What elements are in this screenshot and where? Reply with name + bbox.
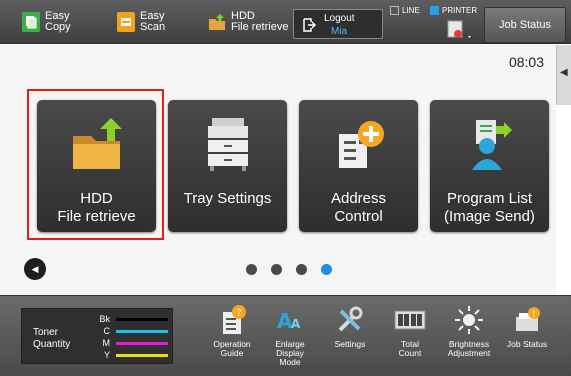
page-dot[interactable] [296,264,307,275]
toner-channel-label: C [103,326,111,336]
program-send-icon [430,114,549,174]
scan-icon [117,12,135,32]
printer-tray-icon [168,114,287,174]
brightness-icon [440,302,498,338]
page-dot[interactable] [271,264,282,275]
enlarge-display-icon: AA [261,302,319,338]
folder-upload-icon [208,12,226,32]
easy-copy-label: Easy Copy [45,10,71,33]
logout-icon [302,18,317,37]
tile-program-list-image-send[interactable]: Program List (Image Send) [430,100,549,232]
svg-text:A: A [291,317,301,331]
toner-level-bar [116,317,168,321]
settings-label: Settings [334,339,366,349]
hdd-file-retrieve-label: HDD File retrieve [231,10,289,33]
side-panel-arrow-icon: ◀︎ [560,67,568,78]
tile-label: Program List (Image Send) [444,190,535,225]
total-count-button[interactable]: Total Count [381,302,439,358]
printer-queue-icon[interactable] [447,19,473,46]
printer-label: PRINTER [442,6,478,15]
tile-tray-settings[interactable]: Tray Settings [168,100,287,232]
brightness-adjustment-button[interactable]: Brightness Adjustment [440,302,498,358]
top-bar: Easy Copy Easy Scan HDD File retrieve Lo… [0,0,571,44]
toner-label: Toner Quantity [33,327,71,350]
hdd-file-retrieve-shortcut[interactable]: HDD File retrieve [208,0,288,44]
total-count-label: Total Count [398,339,422,358]
enlarge-display-mode-button[interactable]: AA Enlarge Display Mode [261,302,319,367]
tile-label: Address Control [330,190,387,225]
toner-row-m: M [96,338,168,348]
chevron-left-icon: ◀︎ [31,263,39,274]
toner-level-bar [116,341,168,345]
toner-row-bk: Bk [96,314,168,324]
easy-copy-button[interactable]: Easy Copy [22,0,71,44]
printer-status-icon [430,6,439,15]
enlarge-display-label: Enlarge Display Mode [275,339,305,367]
toner-row-c: C [96,326,168,336]
page-indicator [246,264,332,275]
page-dot[interactable] [246,264,257,275]
job-status-icon: ! [498,302,556,338]
copy-icon [22,12,40,32]
tile-label: HDD File retrieve [57,190,136,225]
bottom-bar: Toner Quantity Bk C M Y ? Operation Guid… [0,295,571,376]
job-status-button[interactable]: Job Status [484,7,566,43]
toner-row-y: Y [96,350,168,360]
easy-scan-button[interactable]: Easy Scan [117,0,165,44]
operation-guide-icon: ? [203,302,261,338]
settings-button[interactable]: Settings [321,302,379,349]
page-dot-active[interactable] [321,264,332,275]
operation-guide-button[interactable]: ? Operation Guide [203,302,261,358]
line-status-icon [390,6,399,15]
toner-channel-label: Y [103,350,110,360]
easy-scan-label: Easy Scan [140,10,166,33]
toner-channel-label: M [102,338,111,348]
job-status-bottom-button[interactable]: ! Job Status [498,302,556,349]
logout-label: Logout [324,13,355,24]
toner-quantity-panel[interactable]: Toner Quantity Bk C M Y [21,308,173,364]
tile-hdd-file-retrieve[interactable]: HDD File retrieve [37,100,156,232]
tile-address-control[interactable]: Address Control [299,100,418,232]
brightness-label: Brightness Adjustment [447,339,491,358]
settings-tools-icon [321,302,379,338]
toner-level-bar [116,353,168,357]
logged-in-user: Mia [331,26,348,37]
tile-label: Tray Settings [183,190,272,207]
printer-indicator: PRINTER [430,6,477,15]
job-status-label: Job Status [506,339,548,349]
svg-text:?: ? [237,308,242,319]
total-count-icon [381,302,439,338]
folder-upload-icon [37,114,156,174]
line-label: LINE [402,6,420,15]
operation-guide-label: Operation Guide [213,339,251,358]
logout-button[interactable]: Logout Mia [293,9,383,39]
svg-text:!: ! [532,310,536,320]
toner-channel-label: Bk [99,314,110,324]
line-indicator: LINE [390,6,420,15]
previous-page-button[interactable]: ◀︎ [24,258,46,280]
side-panel-tab[interactable]: ◀︎ [556,45,571,105]
clock: 08:03 [508,54,544,70]
toner-level-bar [116,329,168,333]
address-book-add-icon [299,114,418,174]
